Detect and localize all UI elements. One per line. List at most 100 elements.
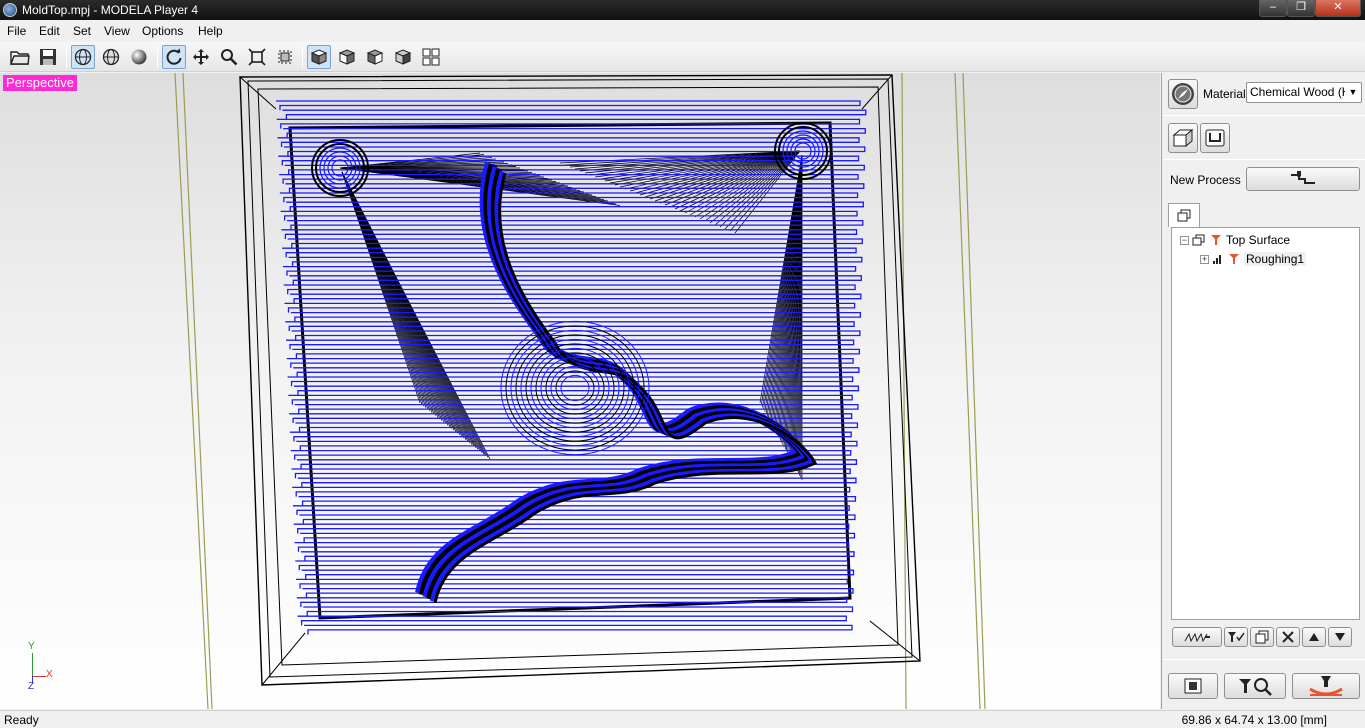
center-contour: [560, 374, 590, 402]
close-button[interactable]: ✕: [1315, 0, 1361, 17]
toolpath-pass: [280, 210, 858, 221]
toolpath-pass: [277, 137, 860, 147]
wireframe-sphere-icon[interactable]: [71, 45, 95, 69]
toolpath-pass: [276, 100, 861, 111]
toolpath-pass: [295, 560, 849, 571]
tree-label-top-surface: Top Surface: [1226, 233, 1291, 247]
model-dimensions: 69.86 x 64.74 x 13.00 [mm]: [1181, 713, 1327, 727]
toolpath-icon: [1184, 632, 1210, 643]
view-cube-front-icon[interactable]: [335, 45, 359, 69]
simulation-button[interactable]: [1168, 673, 1218, 699]
menu-options[interactable]: Options: [142, 24, 183, 38]
arrow-down-icon: [1335, 633, 1345, 641]
title-bar: MoldTop.mpj - MODELA Player 4 ‒ ❐ ✕: [0, 0, 1365, 20]
toolpath-pass: [289, 275, 862, 285]
move-down-button[interactable]: [1328, 627, 1352, 647]
status-text: Ready: [4, 713, 39, 727]
axis-x-label: X: [46, 669, 53, 680]
toolpath-pass: [296, 597, 848, 607]
app-icon: [3, 3, 17, 17]
material-value: Chemical Wood (Ha: [1250, 85, 1358, 99]
toolpath-pass: [286, 339, 855, 350]
preview-button[interactable]: [1224, 673, 1286, 699]
move-up-button[interactable]: [1302, 627, 1326, 647]
tree-item-top-surface[interactable]: − Top Surface: [1180, 232, 1290, 248]
menu-file[interactable]: File: [7, 24, 26, 38]
pan-icon[interactable]: [189, 45, 213, 69]
open-folder-icon[interactable]: [8, 45, 32, 69]
view-cube-top-icon[interactable]: [307, 45, 331, 69]
tool-icon: [1229, 254, 1239, 264]
toolpath-pass: [287, 219, 864, 230]
center-contour: [515, 334, 635, 442]
tree-label-roughing1: Roughing1: [1244, 252, 1307, 266]
model-origin-button[interactable]: [1200, 123, 1230, 153]
view-mode-label: Perspective: [3, 75, 77, 91]
solid-sphere-icon[interactable]: [127, 45, 151, 69]
toolpath-pass: [292, 505, 850, 515]
toolpath-pass: [296, 578, 848, 589]
3d-viewport[interactable]: Perspective Y X Z: [0, 73, 1160, 709]
menu-view[interactable]: View: [104, 24, 130, 38]
tree-item-roughing1[interactable]: + Roughing1: [1200, 251, 1307, 267]
toolpath-pass: [282, 265, 857, 276]
four-views-icon[interactable]: [419, 45, 443, 69]
maximize-button[interactable]: ❐: [1287, 0, 1315, 17]
toolpath-pass: [300, 532, 856, 543]
menu-edit[interactable]: Edit: [39, 24, 60, 38]
tool-check-icon: [1228, 632, 1245, 642]
tab-process-tree[interactable]: [1168, 203, 1200, 227]
tool-select-button[interactable]: [1224, 627, 1248, 647]
toolpath-pass: [302, 587, 854, 598]
material-select[interactable]: Chemical Wood (Ha ▼: [1246, 82, 1362, 103]
mesh-sphere-icon[interactable]: [99, 45, 123, 69]
axis-triad: Y X Z: [22, 641, 62, 693]
toolpath-pass: [294, 541, 849, 552]
toolpath-pass: [285, 183, 865, 193]
toolpath-pass: [287, 376, 854, 387]
center-contour: [545, 361, 605, 415]
toolpath-pass: [300, 551, 855, 561]
window-title: MoldTop.mpj - MODELA Player 4: [22, 3, 199, 17]
toolpath-scene: [174, 73, 986, 709]
menu-bar: File Edit Set View Options Help: [0, 21, 1365, 41]
fit-view-icon[interactable]: [245, 45, 269, 69]
toolpath-pass: [301, 569, 855, 580]
layers-icon: [1177, 209, 1191, 221]
toolpath-pass: [297, 615, 847, 626]
chevron-down-icon: ▼: [1345, 83, 1361, 102]
minimize-button[interactable]: ‒: [1259, 0, 1287, 17]
new-process-label: New Process: [1170, 173, 1241, 187]
copy-icon: [1255, 630, 1269, 644]
axis-z-label: Z: [28, 681, 35, 692]
menu-help[interactable]: Help: [198, 24, 223, 38]
toolbar: [0, 42, 1365, 72]
rotate-icon[interactable]: [162, 45, 186, 69]
process-tree: − Top Surface + Roughing1: [1171, 227, 1360, 620]
zoom-box-icon[interactable]: [273, 45, 297, 69]
expand-toggle[interactable]: +: [1200, 254, 1209, 264]
zoom-icon[interactable]: [217, 45, 241, 69]
status-bar: Ready 69.86 x 64.74 x 13.00 [mm]: [0, 710, 1365, 728]
save-icon[interactable]: [36, 45, 60, 69]
model-size-button[interactable]: [1168, 123, 1198, 153]
delete-process-button[interactable]: [1276, 627, 1300, 647]
toolpath-pass: [286, 201, 864, 212]
view-cube-right-icon[interactable]: [363, 45, 387, 69]
cutting-icon: [1309, 676, 1343, 696]
toolpath-pass: [293, 523, 850, 534]
menu-set[interactable]: Set: [73, 24, 91, 38]
copy-process-button[interactable]: [1250, 627, 1274, 647]
compass-icon: [1172, 83, 1194, 105]
toolpath-pass: [284, 302, 856, 313]
toolpath-pass: [282, 109, 867, 120]
box-icon: [1172, 128, 1194, 148]
preview-cut-button[interactable]: [1172, 627, 1222, 647]
toolpath-pass: [290, 293, 862, 304]
collapse-toggle[interactable]: −: [1180, 235, 1189, 245]
view-cube-iso-icon[interactable]: [391, 45, 415, 69]
center-contour: [510, 329, 640, 447]
material-button[interactable]: [1168, 79, 1198, 109]
new-process-button[interactable]: [1246, 167, 1360, 191]
cut-button[interactable]: [1292, 673, 1360, 699]
